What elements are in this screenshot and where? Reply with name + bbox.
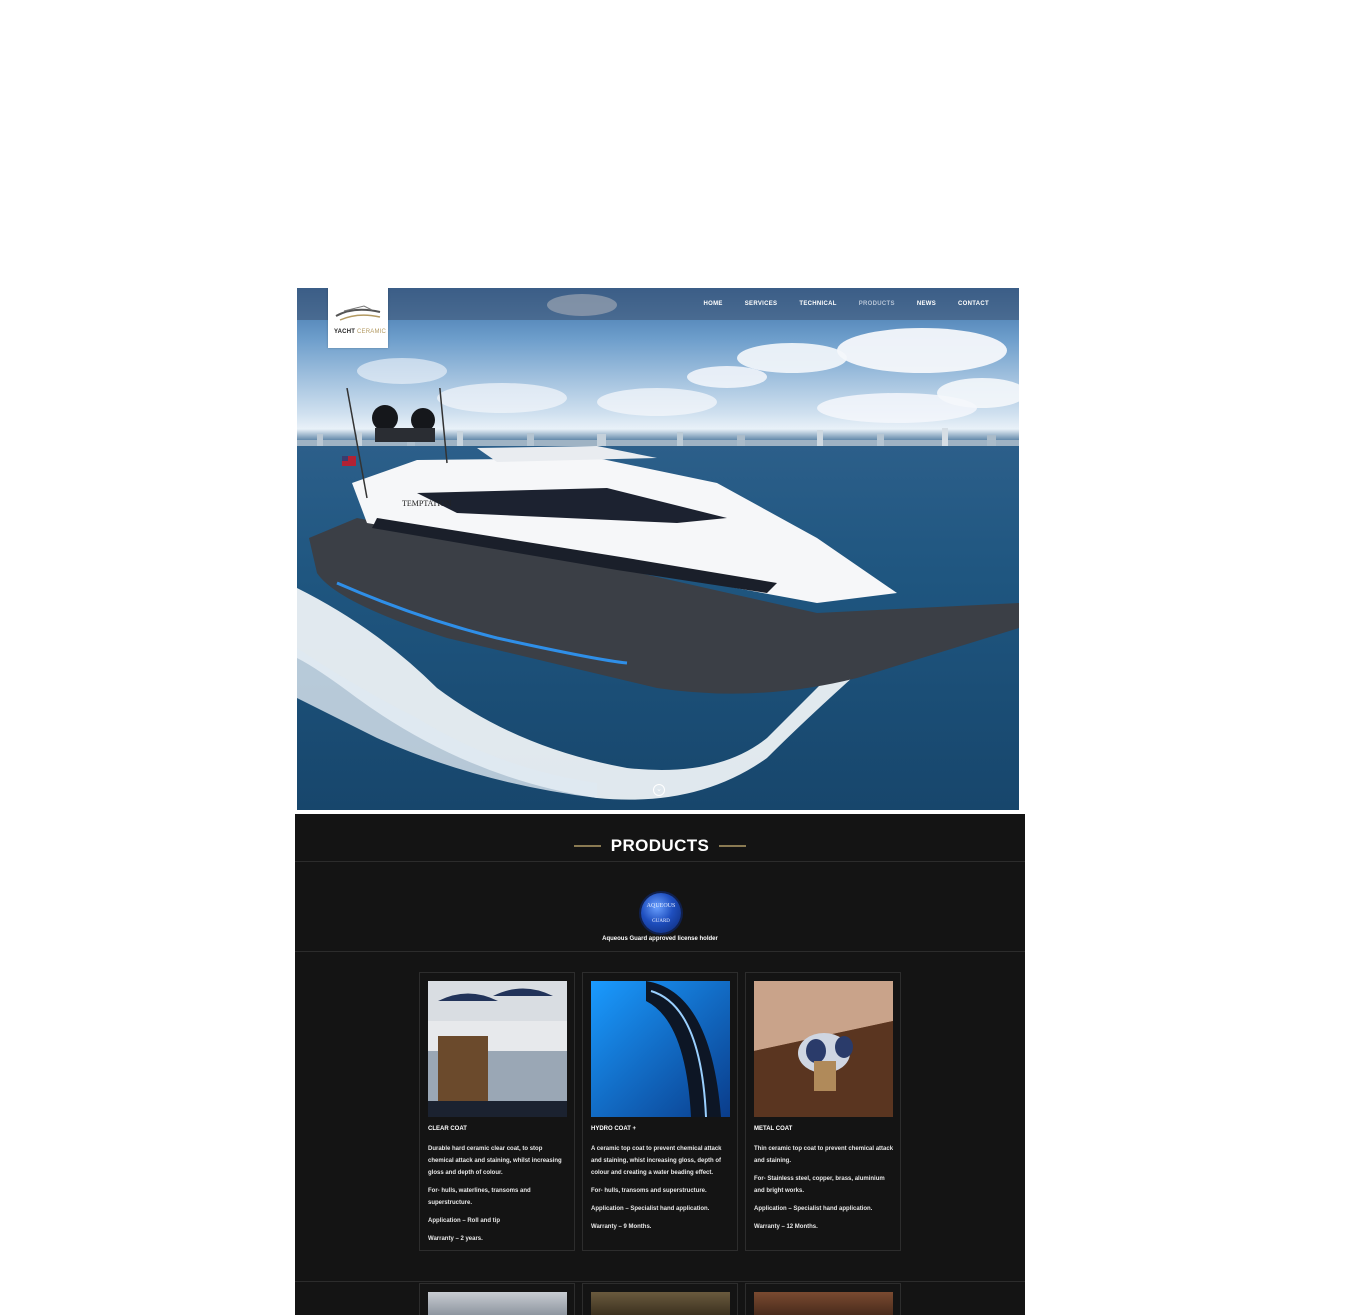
product-card[interactable]: [582, 1283, 738, 1315]
product-cards-row-2: [419, 1283, 901, 1315]
chevron-down-icon: ⌄: [656, 786, 662, 793]
card-description: A ceramic top coat to prevent chemical a…: [591, 1146, 722, 1176]
main-nav: HOME SERVICES TECHNICAL PRODUCTS NEWS CO…: [704, 301, 989, 307]
nav-item-news[interactable]: NEWS: [917, 301, 936, 307]
product-card-metal-coat[interactable]: METAL COAT Thin ceramic top coat to prev…: [745, 972, 901, 1251]
badge-caption: Aqueous Guard approved license holder: [602, 936, 718, 942]
card-usage: For- hulls, waterlines, transoms and sup…: [428, 1188, 531, 1206]
aqueous-guard-badge[interactable]: AQUEOUS GUARD: [641, 893, 681, 933]
site-logo[interactable]: YACHT CERAMIC: [328, 288, 388, 348]
card-title: METAL COAT: [754, 1126, 793, 1132]
card-warranty: Warranty – 2 years.: [428, 1236, 483, 1242]
metal-coat-image: [754, 981, 893, 1117]
card-usage: For- hulls, transoms and superstructure.: [591, 1188, 707, 1194]
clear-coat-image: [428, 981, 567, 1117]
product-card[interactable]: [745, 1283, 901, 1315]
card-body: Thin ceramic top coat to prevent chemica…: [754, 1143, 894, 1239]
hydro-coat-image: [591, 981, 730, 1117]
badge-line2: GUARD: [652, 919, 670, 924]
hero-section: TEMPTATION YACHT CERAMIC HOME SERVICES T…: [297, 288, 1019, 810]
product-card[interactable]: [419, 1283, 575, 1315]
nav-item-technical[interactable]: TECHNICAL: [799, 301, 836, 307]
product-card-clear-coat[interactable]: CLEAR COAT Durable hard ceramic clear co…: [419, 972, 575, 1251]
card-application: Application – Roll and tip: [428, 1218, 500, 1224]
website-frame: TEMPTATION YACHT CERAMIC HOME SERVICES T…: [295, 286, 1025, 1315]
nav-item-services[interactable]: SERVICES: [745, 301, 778, 307]
card-title: CLEAR COAT: [428, 1126, 467, 1132]
logo-sub-text: CERAMIC: [357, 329, 387, 335]
nav-item-home[interactable]: HOME: [704, 301, 723, 307]
card-body: Durable hard ceramic clear coat, to stop…: [428, 1143, 568, 1251]
card-body: A ceramic top coat to prevent chemical a…: [591, 1143, 731, 1239]
card-description: Durable hard ceramic clear coat, to stop…: [428, 1146, 562, 1176]
divider: [295, 1281, 1025, 1282]
card-application: Application – Specialist hand applicatio…: [754, 1206, 873, 1212]
logo-main-text: YACHT: [334, 329, 356, 335]
divider: [295, 861, 1025, 862]
card-title: HYDRO COAT +: [591, 1126, 637, 1132]
section-title: PRODUCTS: [295, 836, 1025, 856]
yacht-logo-icon: [335, 305, 381, 321]
card-warranty: Warranty – 12 Months.: [754, 1224, 818, 1230]
product-image: [591, 1292, 730, 1315]
card-application: Application – Specialist hand applicatio…: [591, 1206, 710, 1212]
divider: [295, 951, 1025, 952]
product-image: [754, 1292, 893, 1315]
products-heading: PRODUCTS: [610, 836, 710, 855]
product-image: [428, 1292, 567, 1315]
nav-item-products[interactable]: PRODUCTS: [859, 301, 895, 307]
products-section: PRODUCTS AQUEOUS GUARD Aqueous Guard app…: [295, 814, 1025, 1315]
title-divider-left: [573, 845, 601, 847]
scroll-down-button[interactable]: ⌄: [653, 784, 665, 796]
product-cards: CLEAR COAT Durable hard ceramic clear co…: [419, 972, 901, 1251]
logo-text: YACHT CERAMIC: [334, 329, 386, 335]
badge-line1: AQUEOUS: [646, 903, 676, 909]
card-warranty: Warranty – 9 Months.: [591, 1224, 652, 1230]
yacht-photo: TEMPTATION: [297, 388, 1019, 800]
product-card-hydro-coat[interactable]: HYDRO COAT + A ceramic top coat to preve…: [582, 972, 738, 1251]
nav-item-contact[interactable]: CONTACT: [958, 301, 989, 307]
yacht-name: TEMPTATION: [402, 499, 452, 508]
card-description: Thin ceramic top coat to prevent chemica…: [754, 1146, 894, 1164]
card-usage: For- Stainless steel, copper, brass, alu…: [754, 1176, 885, 1194]
title-divider-right: [719, 845, 747, 847]
